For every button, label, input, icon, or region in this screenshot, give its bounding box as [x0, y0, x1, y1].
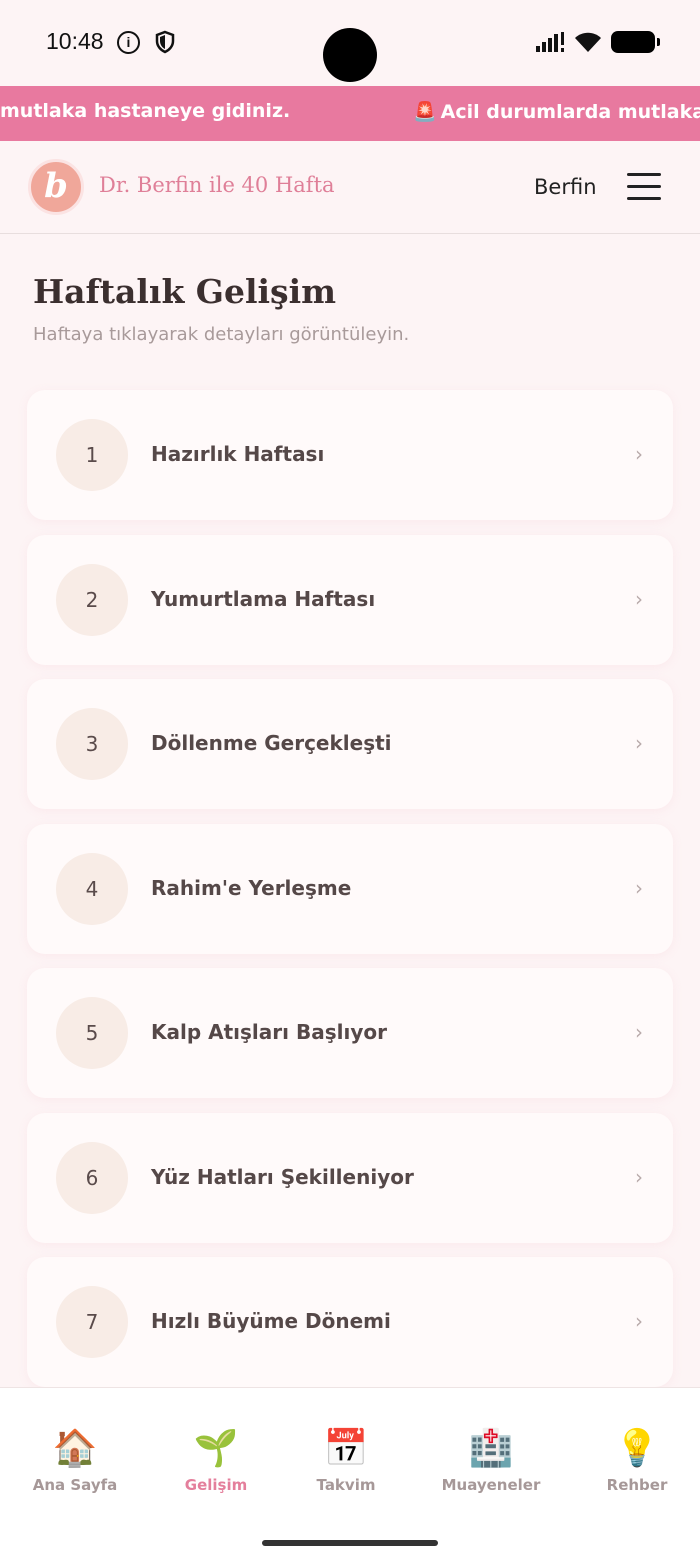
week-card-7[interactable]: 7 Hızlı Büyüme Dönemi ›: [27, 1257, 673, 1387]
home-indicator[interactable]: [262, 1540, 438, 1546]
week-number: 1: [56, 419, 128, 491]
chevron-right-icon: ›: [635, 442, 643, 466]
app-header: b Dr. Berfin ile 40 Hafta Berfin: [0, 141, 700, 234]
logo-icon[interactable]: b: [28, 159, 84, 215]
signal-icon: [536, 32, 564, 52]
camera-cutout: [323, 28, 377, 82]
calendar-icon: 📅: [323, 1428, 369, 1469]
chevron-right-icon: ›: [635, 1164, 643, 1189]
status-time: 10:48: [46, 28, 104, 54]
ticker-text-b: Acil durumlarda mutlaka: [440, 101, 700, 123]
week-number: 3: [56, 708, 128, 780]
nav-label: Takvim: [316, 1476, 376, 1494]
week-list: 1 Hazırlık Haftası › 2 Yumurtlama Haftas…: [27, 390, 673, 1402]
week-title: Döllenme Gerçekleşti: [151, 731, 392, 755]
week-card-5[interactable]: 5 Kalp Atışları Başlıyor ›: [27, 968, 673, 1098]
chevron-right-icon: ›: [635, 875, 643, 900]
week-title: Kalp Atışları Başlıyor: [151, 1020, 387, 1044]
ticker-text-repeat: 🚨 Acil durumlarda mutlaka: [413, 100, 700, 123]
week-number: 7: [56, 1286, 128, 1358]
nav-item-rehber[interactable]: 💡 Rehber: [577, 1388, 697, 1508]
wifi-icon: [575, 32, 601, 52]
week-title: Yumurtlama Haftası: [151, 586, 376, 611]
brand-title[interactable]: Dr. Berfin ile 40 Hafta: [99, 173, 335, 197]
page-subtitle: Haftaya tıklayarak detayları görüntüleyi…: [33, 324, 410, 345]
battery-icon: [611, 31, 660, 53]
nav-label: Gelişim: [184, 1476, 248, 1494]
emergency-ticker: mutlaka hastaneye gidiniz. 🚨 Acil durumla…: [0, 86, 700, 141]
nav-item-takvim[interactable]: 📅 Takvim: [286, 1388, 406, 1508]
chevron-right-icon: ›: [635, 1020, 643, 1044]
shield-icon: [155, 30, 175, 54]
home-icon: 🏠: [52, 1428, 98, 1469]
nav-item-muayeneler[interactable]: 🏥 Muayeneler: [431, 1388, 551, 1508]
week-title: Hızlı Büyüme Dönemi: [151, 1309, 391, 1333]
week-card-1[interactable]: 1 Hazırlık Haftası ›: [27, 390, 673, 520]
week-card-2[interactable]: 2 Yumurtlama Haftası ›: [27, 534, 673, 665]
week-number: 2: [56, 563, 128, 636]
seedling-icon: 🌱: [193, 1428, 239, 1469]
ticker-text: mutlaka hastaneye gidiniz.: [0, 100, 291, 122]
chevron-right-icon: ›: [635, 1309, 643, 1333]
chevron-right-icon: ›: [635, 731, 643, 755]
nav-label: Rehber: [606, 1476, 668, 1494]
nav-item-gelisim[interactable]: 🌱 Gelişim: [156, 1388, 276, 1508]
hospital-icon: 🏥: [468, 1428, 514, 1469]
chevron-right-icon: ›: [635, 586, 643, 611]
week-card-4[interactable]: 4 Rahim'e Yerleşme ›: [27, 823, 673, 954]
week-title: Rahim'e Yerleşme: [151, 875, 352, 900]
nav-label: Muayeneler: [441, 1476, 541, 1494]
hamburger-menu-icon[interactable]: [627, 173, 661, 201]
week-number: 5: [56, 997, 128, 1069]
week-number: 6: [56, 1141, 128, 1214]
page-title: Haftalık Gelişim: [33, 272, 337, 311]
week-card-6[interactable]: 6 Yüz Hatları Şekilleniyor ›: [27, 1112, 673, 1243]
siren-icon: 🚨: [413, 101, 437, 123]
bottom-nav: 🏠 Ana Sayfa 🌱 Gelişim 📅 Takvim 🏥 Muayene…: [0, 1387, 700, 1563]
info-icon: i: [117, 31, 140, 54]
status-bar: 10:48 i: [0, 0, 700, 86]
user-name[interactable]: Berfin: [534, 175, 597, 199]
week-card-3[interactable]: 3 Döllenme Gerçekleşti ›: [27, 679, 673, 809]
week-number: 4: [56, 852, 128, 925]
lightbulb-icon: 💡: [614, 1428, 660, 1469]
week-title: Yüz Hatları Şekilleniyor: [151, 1164, 414, 1189]
nav-item-ana-sayfa[interactable]: 🏠 Ana Sayfa: [15, 1388, 135, 1508]
week-title: Hazırlık Haftası: [151, 442, 325, 466]
nav-label: Ana Sayfa: [32, 1476, 118, 1494]
